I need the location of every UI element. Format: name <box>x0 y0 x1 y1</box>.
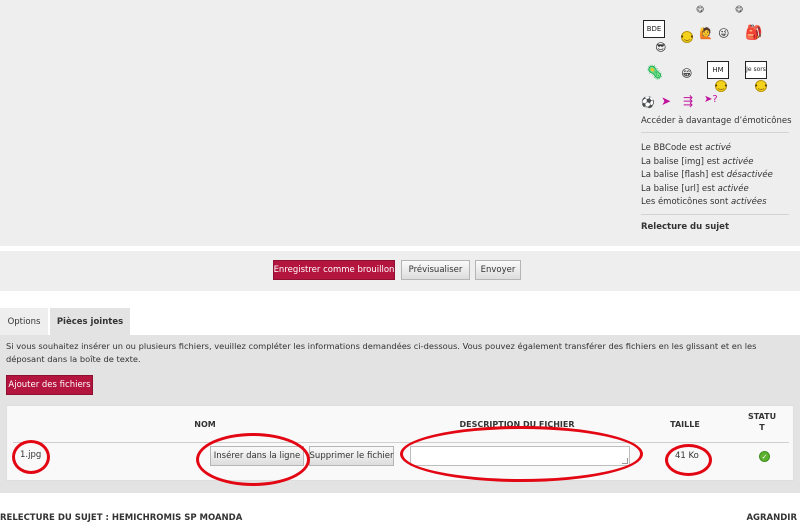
bone-smiley-icon[interactable]: 😋 <box>735 6 743 14</box>
smiley-virus-icon[interactable]: 🦠 <box>646 66 663 80</box>
column-header-description: DESCRIPTION DU FICHIER <box>459 420 575 429</box>
save-draft-button[interactable]: Enregistrer comme brouillon <box>273 260 395 280</box>
column-header-status: STATU T <box>747 412 777 432</box>
table-header-divider <box>13 442 789 443</box>
emoticon-panel: 😋 😋 BDE •‿• 🙋 😜 🎒 😎 🦠 😁 HM Je sors •‿• •… <box>641 6 791 112</box>
insert-inline-button[interactable]: Insérer dans la ligne <box>210 446 304 466</box>
smiley-wave-icon[interactable]: 🙋 <box>699 28 713 39</box>
preview-button[interactable]: Prévisualiser <box>401 260 470 280</box>
bbcode-status-list: Le BBCode est activé La balise [img] est… <box>641 142 773 210</box>
topic-review-link[interactable]: Relecture du sujet <box>641 222 729 232</box>
bone-smiley-icon[interactable]: 😋 <box>696 6 704 14</box>
check-icon: ✓ <box>759 451 770 462</box>
divider <box>641 132 789 133</box>
smiley-wink-icon[interactable]: 😜 <box>718 28 729 39</box>
smiley-ball-icon[interactable]: ⚽ <box>641 97 655 108</box>
smiley-bag-icon[interactable]: 🎒 <box>745 26 762 40</box>
resize-grip-icon[interactable] <box>622 458 628 464</box>
smiley-icon[interactable]: •‿• <box>714 80 728 92</box>
smiley-icon[interactable]: •‿• <box>680 31 694 43</box>
file-description-input[interactable] <box>410 446 630 466</box>
status-bbcode: Le BBCode est activé <box>641 143 732 153</box>
column-header-name: NOM <box>194 420 216 429</box>
status-url: La balise [url] est activée <box>641 183 749 194</box>
submit-bar: Enregistrer comme brouillon Prévisualise… <box>0 251 800 291</box>
file-name: 1.jpg <box>20 450 42 460</box>
status-flash: La balise [flash] est désactivée <box>641 170 773 181</box>
column-header-size: TAILLE <box>670 420 700 429</box>
attachments-table: NOM DESCRIPTION DU FICHIER TAILLE STATU … <box>6 405 794 481</box>
add-files-button[interactable]: Ajouter des fichiers <box>6 375 93 395</box>
attachments-info-text: Si vous souhaitez insérer un ou plusieur… <box>6 341 757 364</box>
divider <box>641 214 789 215</box>
more-emoticons-link[interactable]: Accéder à davantage d’émoticônes <box>641 116 792 126</box>
enlarge-link[interactable]: AGRANDIR <box>746 513 797 523</box>
tab-attachments[interactable]: Pièces jointes <box>50 308 130 335</box>
tab-options[interactable]: Options <box>0 308 48 335</box>
smiley-hat-icon[interactable]: 😎 <box>655 42 666 53</box>
file-size: 41 Ko <box>675 451 699 461</box>
delete-file-button[interactable]: Supprimer le fichier <box>309 446 394 466</box>
sign-hm-icon[interactable]: HM <box>707 61 729 79</box>
arrow-right-icon[interactable]: ➤ <box>661 95 671 107</box>
smiley-icon[interactable]: •‿• <box>754 80 768 92</box>
status-img: La balise [img] est activée <box>641 156 754 167</box>
send-button[interactable]: Envoyer <box>475 260 521 280</box>
editor-panel: 😋 😋 BDE •‿• 🙋 😜 🎒 😎 🦠 😁 HM Je sors •‿• •… <box>0 0 800 246</box>
sign-je-sors-icon[interactable]: Je sors <box>745 61 767 79</box>
attachments-panel: Si vous souhaitez insérer un ou plusieur… <box>0 335 800 493</box>
arrow-question-icon[interactable]: ➤? <box>704 95 718 105</box>
emoticon-grid: 😋 😋 BDE •‿• 🙋 😜 🎒 😎 🦠 😁 HM Je sors •‿• •… <box>641 6 791 112</box>
topic-review-title: RELECTURE DU SUJET : HEMICHROMIS SP MOAN… <box>0 513 243 523</box>
sign-bde-icon[interactable]: BDE <box>643 20 665 38</box>
arrows-split-icon[interactable]: ⇶ <box>683 95 693 107</box>
smiley-thumb-icon[interactable]: 😁 <box>681 68 692 79</box>
status-smilies: Les émoticônes sont activées <box>641 197 767 208</box>
